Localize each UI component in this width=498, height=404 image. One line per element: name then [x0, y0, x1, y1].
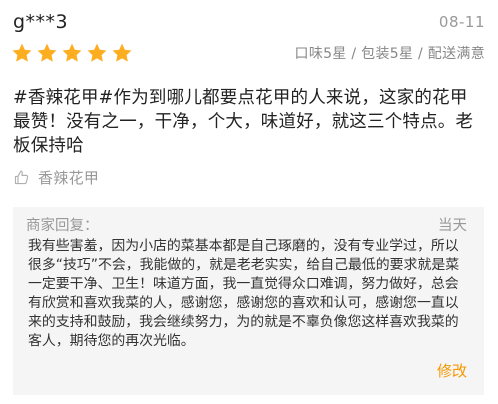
- review-card: g***3 08-11 口味5星 / 包装5星 / 配送满意 #香辣花甲#作为到…: [0, 0, 498, 404]
- reply-title: 商家回复：: [26, 217, 99, 234]
- recommended-dish[interactable]: 香辣花甲: [13, 166, 99, 188]
- dish-name: 香辣花甲: [38, 168, 100, 187]
- thumbs-up-icon: [13, 169, 30, 186]
- reply-header: 商家回复： 当天: [26, 214, 467, 234]
- review-header: g***3 08-11: [13, 10, 485, 34]
- star-icon: [111, 42, 133, 64]
- review-text: #香辣花甲#作为到哪儿都要点花甲的人来说，这家的花甲最赞！没有之一，干净，个大，…: [13, 88, 474, 156]
- reply-text: 我有些害羞，因为小店的菜基本都是自己琢磨的，没有专业学过，所以很多“技巧”不会，…: [28, 238, 460, 349]
- star-icon: [86, 42, 108, 64]
- merchant-reply: 商家回复： 当天 我有些害羞，因为小店的菜基本都是自己琢磨的，没有专业学过，所以…: [13, 207, 484, 395]
- star-icon: [36, 42, 58, 64]
- review-date: 08-11: [438, 13, 485, 31]
- star-icon: [11, 42, 33, 64]
- reply-time: 当天: [438, 217, 467, 234]
- star-icon: [61, 42, 83, 64]
- edit-reply-button[interactable]: 修改: [437, 360, 467, 381]
- rating-scores: 口味5星 / 包装5星 / 配送满意: [294, 46, 485, 62]
- username[interactable]: g***3: [13, 11, 68, 33]
- star-rating: [11, 42, 133, 64]
- rating-row: 口味5星 / 包装5星 / 配送满意: [11, 41, 485, 65]
